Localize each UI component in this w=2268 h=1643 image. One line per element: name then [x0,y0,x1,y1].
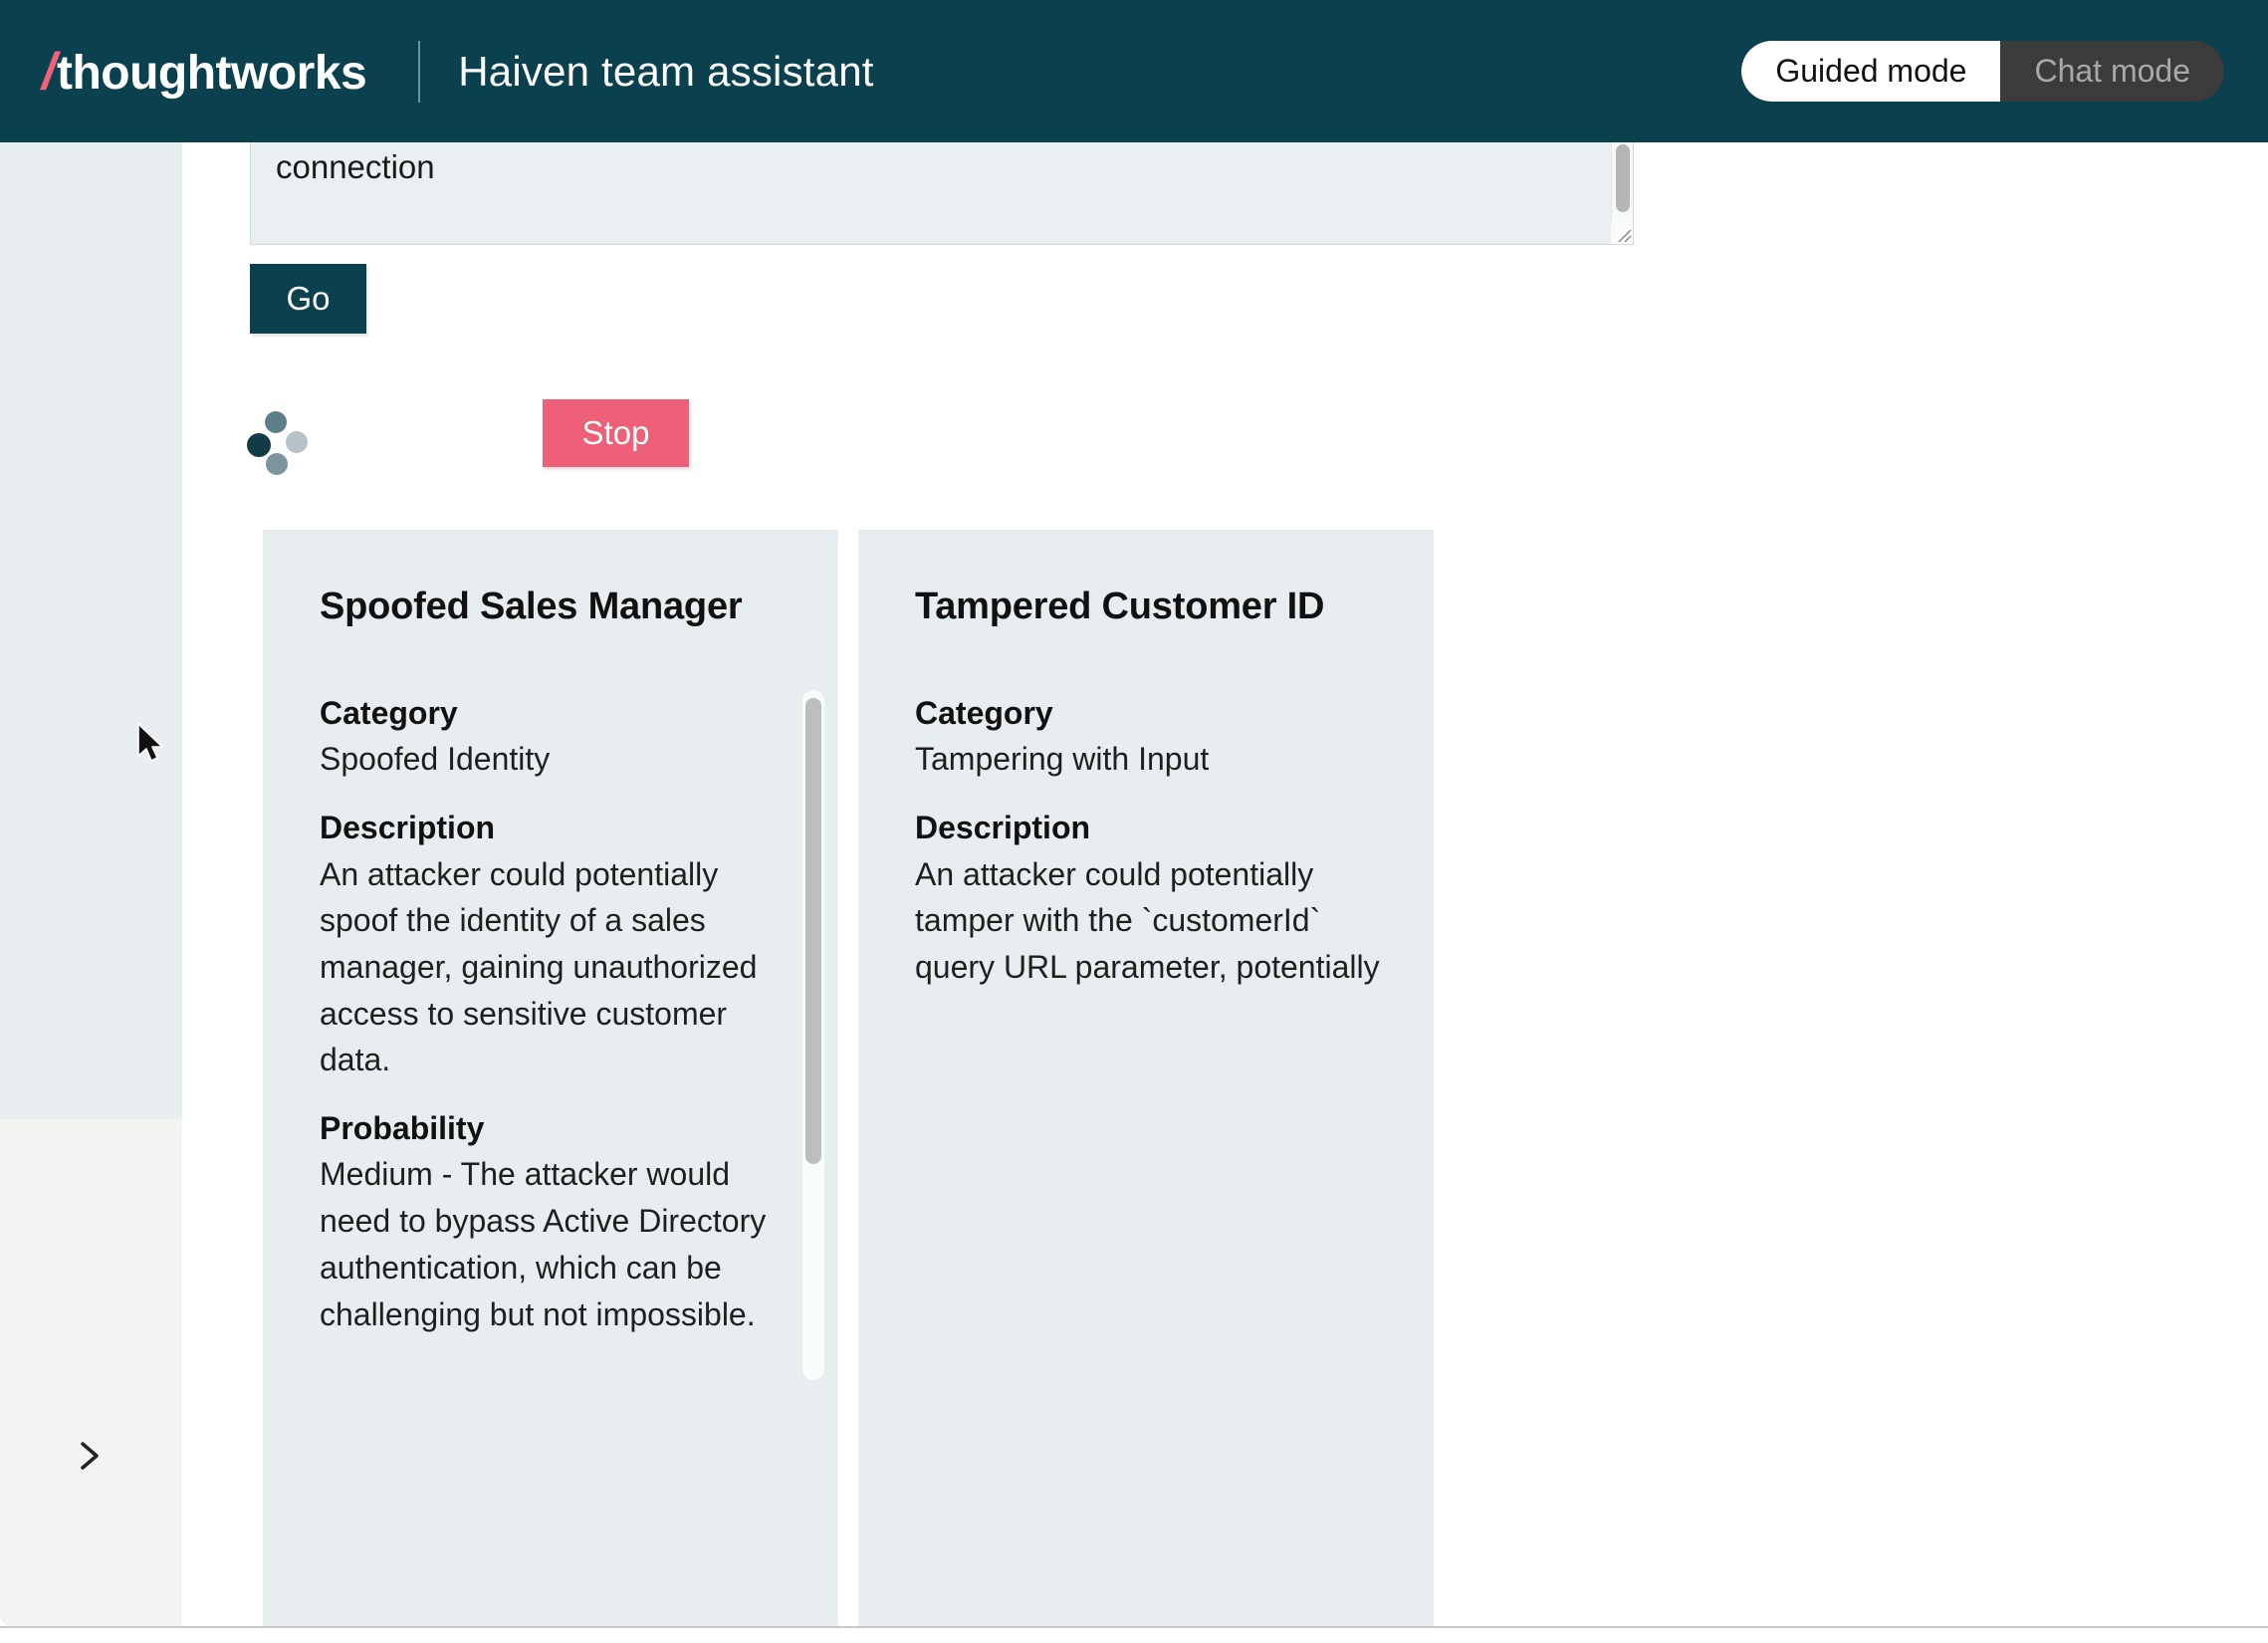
threat-card-list: Spoofed Sales Manager Category Spoofed I… [263,530,1434,1643]
spinner-dot [266,453,288,475]
tab-chat-mode[interactable]: Chat mode [2000,41,2224,102]
card-field-value: Spoofed Identity [320,736,777,783]
resize-grip-icon [1611,222,1633,244]
thoughtworks-logo: /thoughtworks [42,46,366,98]
loading-spinner-icon [248,411,310,473]
mode-toggle[interactable]: Guided mode Chat mode [1741,41,2224,102]
window-bottom-edge [0,1626,2268,1643]
card-field: Probability Medium - The attacker would … [320,1105,777,1337]
card-field-value: An attacker could potentially spoof the … [320,851,777,1084]
sidebar-upper-panel [0,142,182,1119]
brand: /thoughtworks Haiven team assistant [42,41,874,103]
card-scroll-area[interactable]: Category Tampering with Input Descriptio… [858,690,1434,1380]
logo-wordmark: thoughtworks [57,50,366,98]
card-field: Description An attacker could potentiall… [915,805,1386,991]
card-field-value: An attacker could potentially tamper wit… [915,851,1386,991]
threat-card: Spoofed Sales Manager Category Spoofed I… [263,530,838,1643]
card-field: Category Spoofed Identity [320,690,777,783]
prompt-textarea[interactable]: connection [250,142,1634,245]
brand-divider [418,41,420,103]
chevron-right-icon [68,1434,112,1478]
prompt-textarea-value: connection [276,145,435,190]
page-title: Haiven team assistant [458,48,873,96]
sidebar-lower-panel [0,1119,182,1626]
threat-card: Tampered Customer ID Category Tampering … [858,530,1434,1643]
card-scroll-area[interactable]: Category Spoofed Identity Description An… [263,690,838,1380]
spinner-dot [247,433,271,457]
card-scrollbar[interactable] [802,690,824,1380]
app-header: /thoughtworks Haiven team assistant Guid… [0,0,2268,142]
sidebar-expand-button[interactable] [68,1434,112,1478]
card-field-label: Description [320,805,777,850]
card-field-label: Category [915,690,1386,736]
card-field: Category Tampering with Input [915,690,1386,783]
card-field-value: Tampering with Input [915,736,1386,783]
go-button[interactable]: Go [250,264,366,334]
logo-slash-icon: / [42,46,56,98]
card-title: Tampered Customer ID [915,586,1434,628]
tab-guided-mode[interactable]: Guided mode [1741,41,2000,102]
sidebar [0,142,182,1626]
card-field-label: Category [320,690,777,736]
card-field-value: Medium - The attacker would need to bypa… [320,1151,777,1337]
spinner-dot [286,431,308,453]
prompt-scrollbar-thumb[interactable] [1616,144,1630,212]
card-field-label: Description [915,805,1386,850]
card-field: Description An attacker could potentiall… [320,805,777,1083]
main-content: connection Go Stop S [182,142,2268,1626]
spinner-dot [265,411,287,433]
app-root: /thoughtworks Haiven team assistant Guid… [0,0,2268,1643]
card-title: Spoofed Sales Manager [320,586,838,628]
textarea-resize-handle[interactable] [1611,222,1633,244]
card-scrollbar-thumb[interactable] [805,698,821,1164]
stop-button[interactable]: Stop [543,399,689,467]
prompt-scrollbar[interactable] [1611,142,1633,223]
card-field-label: Probability [320,1105,777,1151]
